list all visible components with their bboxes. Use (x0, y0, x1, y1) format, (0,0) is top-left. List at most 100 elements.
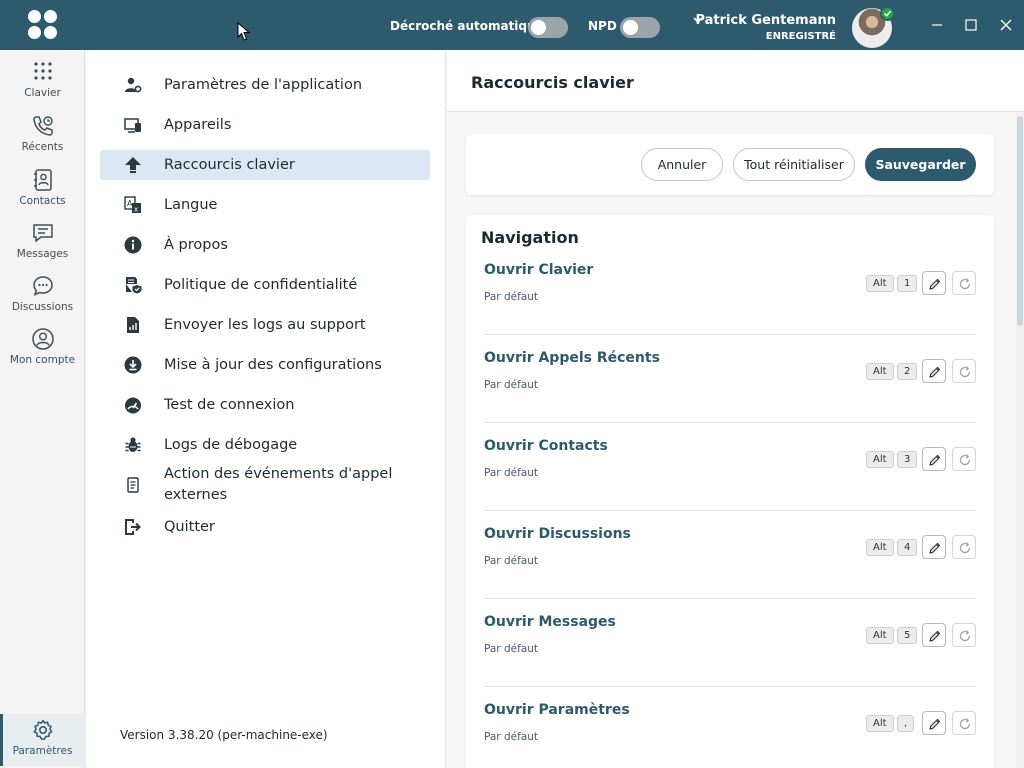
gauge-icon (125, 397, 141, 414)
edit-shortcut-button[interactable] (922, 271, 946, 295)
rail-label: Contacts (19, 195, 66, 207)
menu-item-label: Logs de débogage (164, 437, 298, 453)
keyboard-shortcut-icon (125, 157, 141, 173)
key-badge: 5 (897, 627, 918, 644)
status-ok-icon (880, 6, 895, 21)
scrollbar[interactable] (1016, 112, 1024, 768)
shortcut-row: Ouvrir Appels Récents Par défaut Alt 2 (484, 335, 976, 423)
key-badge: , (897, 715, 915, 732)
shortcut-row: Ouvrir Contacts Par défaut Alt 3 (484, 423, 976, 511)
pencil-icon (929, 366, 941, 378)
devices-icon (124, 118, 141, 133)
section-title: Navigation (481, 228, 579, 247)
menu-item-label: À propos (164, 237, 228, 253)
npd-toggle[interactable] (620, 17, 660, 38)
rail-item-mon-compte[interactable]: Mon compte (0, 327, 85, 377)
document-icon (127, 477, 139, 493)
reset-shortcut-button[interactable] (952, 711, 976, 735)
rail-item-messages[interactable]: Messages (0, 221, 85, 271)
shortcut-name: Ouvrir Paramètres (484, 702, 630, 718)
modifier-key-badge: Alt (866, 539, 894, 556)
rail-item-parametres[interactable]: Paramètres (0, 714, 85, 766)
edit-shortcut-button[interactable] (922, 447, 946, 471)
bug-icon (125, 437, 141, 452)
rail-label: Clavier (24, 87, 61, 99)
svg-text:x: x (134, 206, 138, 214)
account-icon (31, 328, 54, 350)
shortcut-row: Ouvrir Messages Par défaut Alt 5 (484, 599, 976, 687)
minimize-icon[interactable] (926, 14, 948, 36)
cancel-button[interactable]: Annuler (641, 148, 723, 181)
modifier-key-badge: Alt (866, 275, 894, 292)
privacy-icon (126, 277, 142, 294)
edit-shortcut-button[interactable] (922, 359, 946, 383)
rail-label: Paramètres (12, 745, 73, 757)
app-version: Version 3.38.20 (per-machine-exe) (120, 728, 328, 742)
menu-item-label: Mise à jour des configurations (164, 357, 382, 373)
shortcut-default-label: Par défaut (484, 379, 538, 391)
pencil-icon (929, 542, 941, 554)
shortcut-name: Ouvrir Discussions (484, 526, 631, 542)
reset-all-button[interactable]: Tout réinitialiser (733, 148, 855, 181)
reset-shortcut-button[interactable] (952, 447, 976, 471)
page-title: Raccourcis clavier (471, 73, 634, 92)
edit-shortcut-button[interactable] (922, 711, 946, 735)
menu-item-label: Envoyer les logs au support (164, 317, 366, 333)
maximize-icon[interactable] (960, 14, 982, 36)
navigation-section: Navigation Ouvrir Clavier Par défaut Alt 1 O… (466, 215, 994, 768)
close-icon[interactable] (995, 14, 1017, 36)
shortcut-name: Ouvrir Appels Récents (484, 350, 660, 366)
reset-shortcut-button[interactable] (952, 359, 976, 383)
rail-item-contacts[interactable]: Contacts (0, 168, 85, 218)
shortcut-name: Ouvrir Messages (484, 614, 616, 630)
shortcut-name: Ouvrir Clavier (484, 262, 594, 278)
edit-shortcut-button[interactable] (922, 535, 946, 559)
menu-item-connection-test[interactable]: Test de connexion (100, 390, 430, 420)
menu-item-app-settings[interactable]: Paramètres de l'application (100, 70, 430, 100)
save-button[interactable]: Sauvegarder (865, 148, 976, 181)
info-icon (124, 236, 142, 254)
scroll-thumb[interactable] (1017, 116, 1023, 326)
reset-icon (959, 366, 971, 378)
shortcut-default-label: Par défaut (484, 643, 538, 655)
auto-answer-toggle[interactable] (528, 17, 568, 38)
reset-shortcut-button[interactable] (952, 535, 976, 559)
key-badge: 1 (897, 275, 918, 292)
menu-item-devices[interactable]: Appareils (100, 110, 430, 140)
edit-shortcut-button[interactable] (922, 623, 946, 647)
toggle-knob (623, 20, 638, 35)
rail-item-clavier[interactable]: Clavier (0, 60, 85, 110)
menu-item-label: Langue (164, 197, 218, 213)
reset-icon (959, 718, 971, 730)
menu-item-config-update[interactable]: Mise à jour des configurations (100, 350, 430, 380)
rail-label: Mon compte (9, 354, 76, 366)
dialpad-icon (33, 62, 52, 80)
rail-item-discussions[interactable]: Discussions (0, 274, 85, 324)
menu-item-external-call-events[interactable]: Action des événements d'appel externes (100, 463, 430, 507)
menu-item-label: Paramètres de l'application (164, 77, 363, 93)
reset-icon (959, 278, 971, 290)
reset-shortcut-button[interactable] (952, 623, 976, 647)
auto-answer-label: Décroché automatique (390, 19, 544, 33)
app-logo-icon (28, 10, 58, 40)
reset-shortcut-button[interactable] (952, 271, 976, 295)
user-name[interactable]: Patrick Gentemann (695, 13, 836, 28)
reset-icon (959, 454, 971, 466)
modifier-key-badge: Alt (866, 363, 894, 380)
menu-item-send-logs[interactable]: Envoyer les logs au support (100, 310, 430, 340)
shortcut-row: Ouvrir Paramètres Par défaut Alt, (484, 687, 976, 768)
menu-item-about[interactable]: À propos (100, 230, 430, 260)
pencil-icon (929, 454, 941, 466)
menu-item-language[interactable]: Ax Langue (100, 190, 430, 220)
rail-item-recents[interactable]: Récents (0, 114, 85, 164)
npd-label: NPD (588, 19, 617, 33)
menu-item-debug-logs[interactable]: Logs de débogage (100, 430, 430, 460)
menu-item-keyboard-shortcuts[interactable]: Raccourcis clavier (100, 150, 430, 180)
gear-icon (33, 719, 52, 740)
exit-icon (125, 519, 141, 535)
menu-item-privacy[interactable]: Politique de confidentialité (100, 270, 430, 300)
rail-label: Discussions (11, 301, 74, 313)
menu-item-quit[interactable]: Quitter (100, 512, 430, 542)
shortcut-row: Ouvrir Clavier Par défaut Alt 1 (484, 247, 976, 335)
discussions-icon (32, 276, 53, 296)
